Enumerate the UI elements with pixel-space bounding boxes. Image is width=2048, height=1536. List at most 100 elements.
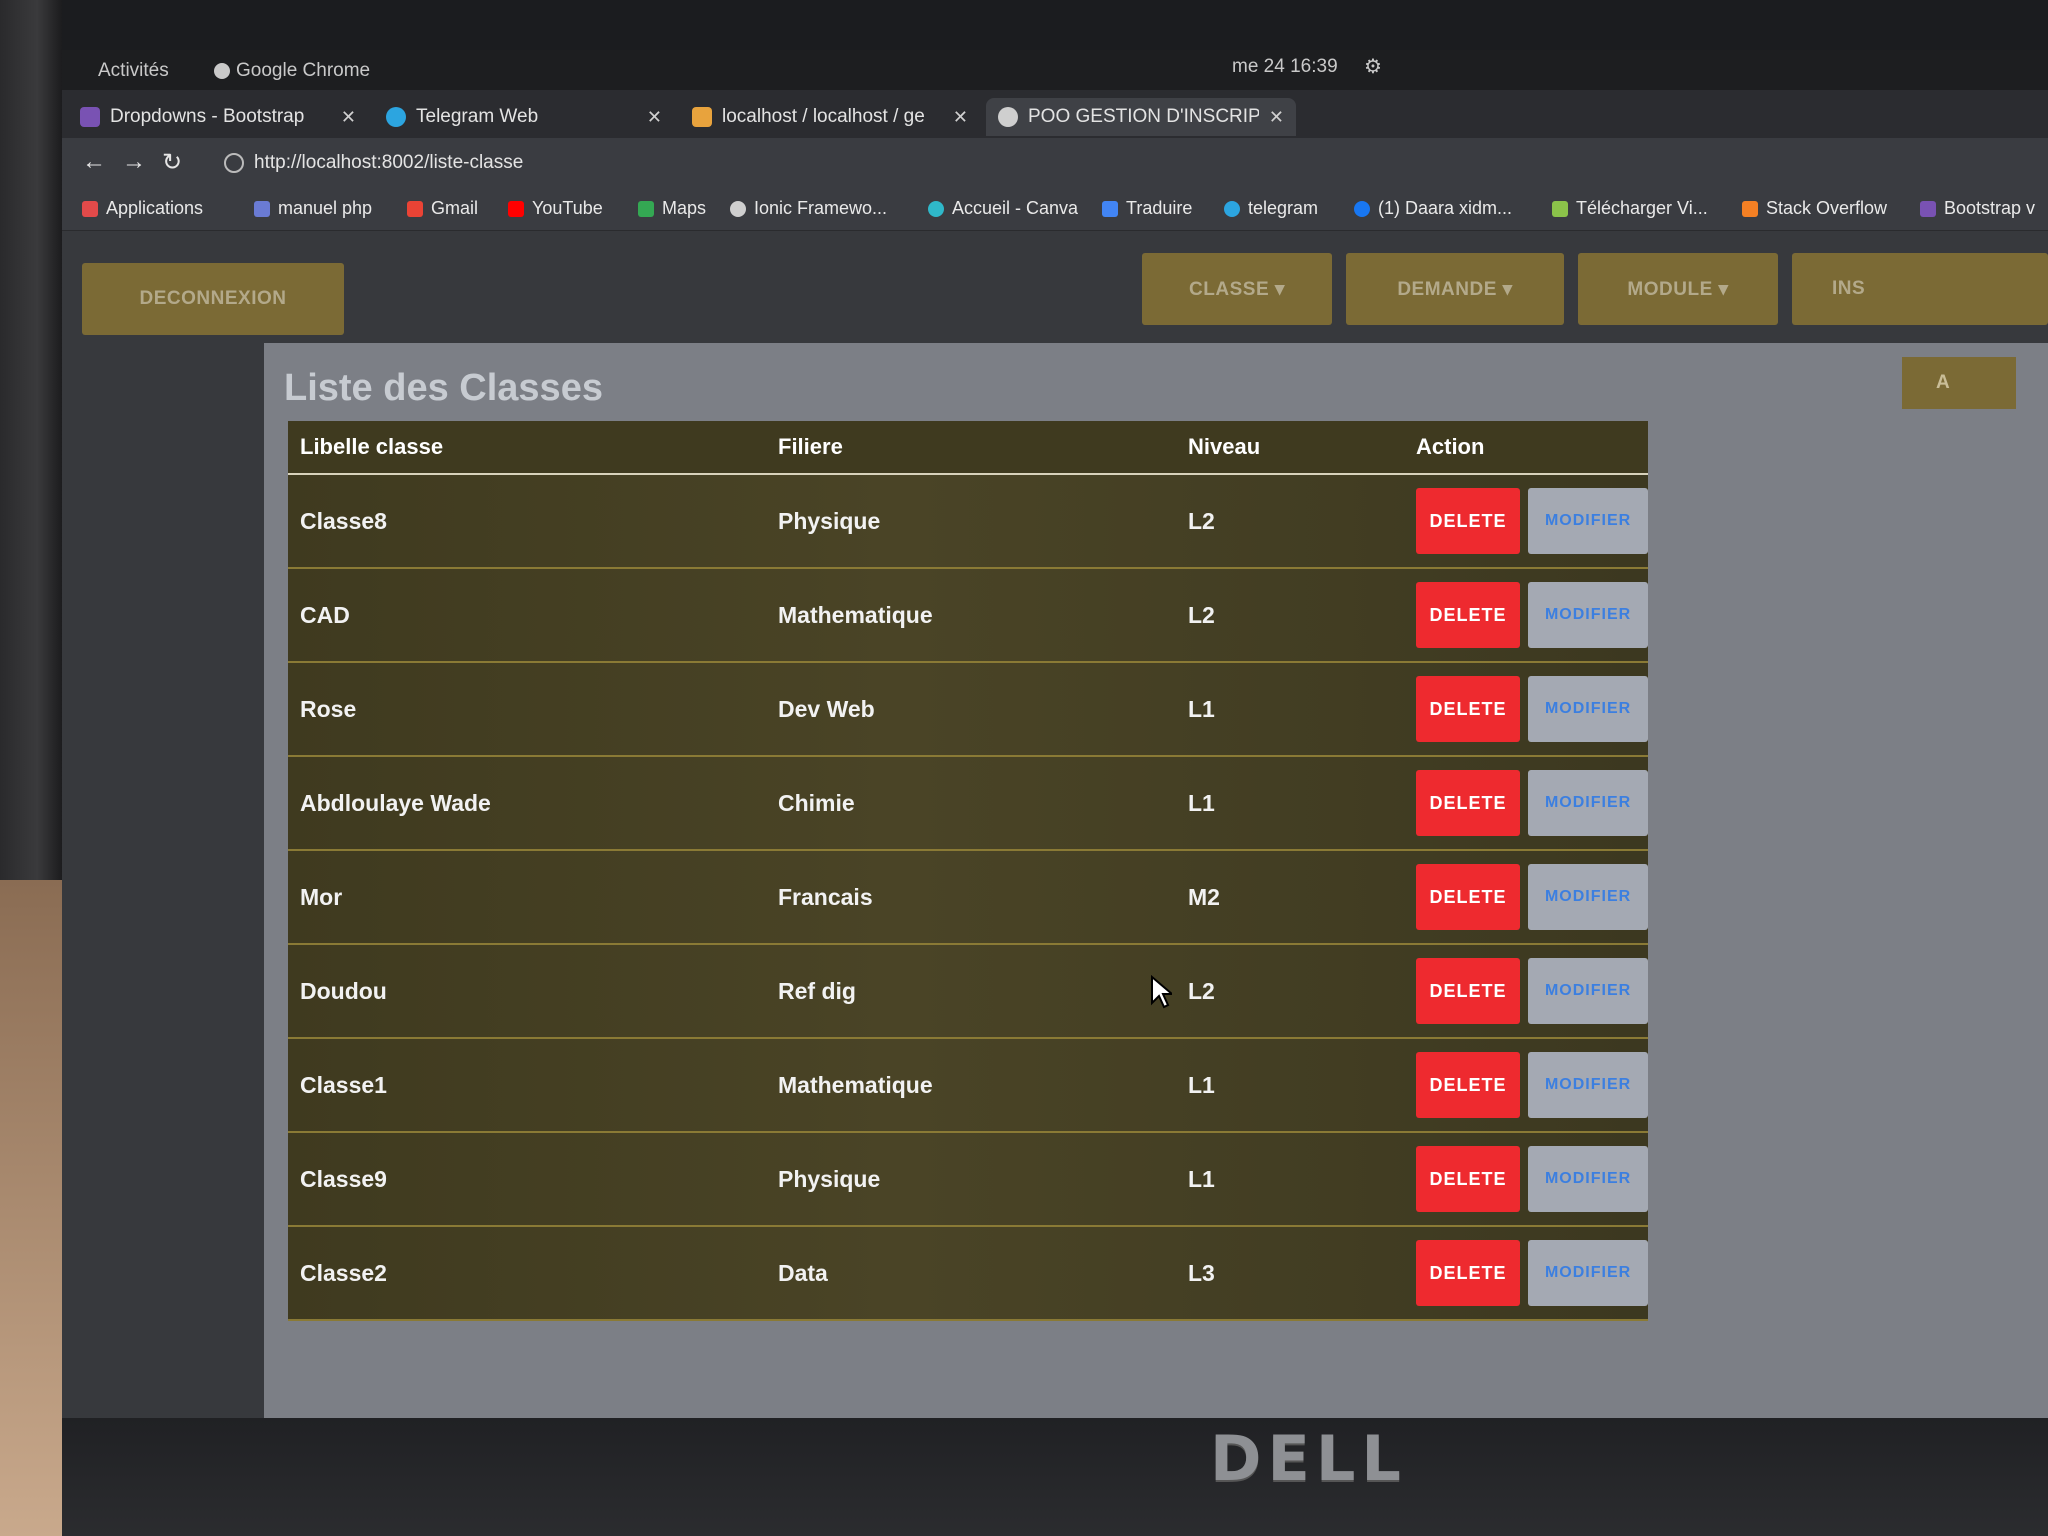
logout-button[interactable]: DECONNEXION bbox=[82, 263, 344, 335]
bookmark-traduire[interactable]: Traduire bbox=[1102, 198, 1192, 219]
modify-button[interactable]: MODIFIER bbox=[1528, 488, 1648, 554]
modify-button[interactable]: MODIFIER bbox=[1528, 864, 1648, 930]
delete-button[interactable]: DELETE bbox=[1416, 582, 1521, 648]
bookmark-bootstrap[interactable]: Bootstrap v bbox=[1920, 198, 2035, 219]
bookmark-telecharger[interactable]: Télécharger Vi... bbox=[1552, 198, 1708, 219]
cell-libelle: Doudou bbox=[300, 977, 387, 1004]
bookmark-telegram[interactable]: telegram bbox=[1224, 198, 1318, 219]
header-action: Action bbox=[1416, 434, 1485, 459]
reload-icon[interactable]: ↻ bbox=[162, 148, 182, 177]
header-filiere[interactable]: Filiere bbox=[778, 434, 1188, 460]
cell-libelle: Abdloulaye Wade bbox=[300, 789, 491, 816]
dell-logo: DELL bbox=[1210, 1422, 1407, 1495]
tab-title: POO GESTION D'INSCRIP bbox=[1028, 106, 1259, 127]
bookmark-youtube[interactable]: YouTube bbox=[508, 198, 603, 219]
translate-icon bbox=[1102, 200, 1118, 217]
close-tab-icon[interactable]: ✕ bbox=[341, 107, 356, 128]
bookmark-label: YouTube bbox=[532, 198, 603, 218]
url-text: http://localhost:8002/liste-classe bbox=[254, 152, 524, 173]
back-icon[interactable]: ← bbox=[82, 148, 106, 176]
modify-button[interactable]: MODIFIER bbox=[1528, 1052, 1648, 1118]
cell-libelle: Classe8 bbox=[300, 507, 387, 534]
tab-title: Telegram Web bbox=[416, 106, 539, 127]
close-tab-icon[interactable]: ✕ bbox=[953, 107, 968, 128]
clock[interactable]: me 24 16:39 bbox=[1232, 56, 1338, 78]
bookmark-label: Gmail bbox=[431, 198, 479, 218]
bookmark-stack-overflow[interactable]: Stack Overflow bbox=[1742, 198, 1887, 219]
bookmark-applications[interactable]: Applications bbox=[82, 198, 203, 219]
delete-button[interactable]: DELETE bbox=[1416, 1240, 1521, 1306]
modify-button[interactable]: MODIFIER bbox=[1528, 770, 1648, 836]
delete-button[interactable]: DELETE bbox=[1416, 958, 1521, 1024]
modify-button[interactable]: MODIFIER bbox=[1528, 1240, 1648, 1306]
table-row: Abdloulaye Wade Chimie L1 DELETE MODIFIER bbox=[288, 757, 1648, 851]
cell-filiere: Ref dig bbox=[778, 977, 856, 1004]
site-info-icon[interactable] bbox=[224, 153, 244, 173]
app-menu[interactable]: Google Chrome bbox=[214, 60, 370, 82]
delete-button[interactable]: DELETE bbox=[1416, 488, 1521, 554]
modify-button[interactable]: MODIFIER bbox=[1528, 676, 1648, 742]
url-field[interactable]: http://localhost:8002/liste-classe bbox=[224, 152, 523, 174]
bookmark-daara[interactable]: (1) Daara xidm... bbox=[1354, 198, 1512, 219]
tab-title: localhost / localhost / ge bbox=[722, 106, 925, 127]
modify-button[interactable]: MODIFIER bbox=[1528, 582, 1648, 648]
add-class-button[interactable]: A bbox=[1902, 357, 2016, 409]
cell-actions: DELETE MODIFIER bbox=[1416, 770, 1648, 836]
canva-icon bbox=[928, 200, 944, 217]
mouse-cursor-icon bbox=[1151, 975, 1172, 1009]
forward-icon[interactable]: → bbox=[122, 148, 146, 176]
modify-button[interactable]: MODIFIER bbox=[1528, 1146, 1648, 1212]
menu-demande[interactable]: DEMANDE ▾ bbox=[1346, 253, 1564, 325]
chrome-icon bbox=[214, 63, 230, 79]
classes-panel: Liste des Classes A Libelle classe Filie… bbox=[264, 343, 2048, 1418]
close-tab-icon[interactable]: ✕ bbox=[1269, 107, 1284, 128]
delete-button[interactable]: DELETE bbox=[1416, 1052, 1521, 1118]
maps-icon bbox=[638, 200, 654, 217]
cell-niveau: L1 bbox=[1188, 789, 1215, 816]
delete-button[interactable]: DELETE bbox=[1416, 676, 1521, 742]
table-row: Classe9 Physique L1 DELETE MODIFIER bbox=[288, 1133, 1648, 1227]
cell-actions: DELETE MODIFIER bbox=[1416, 488, 1648, 554]
telegram-icon bbox=[386, 107, 406, 127]
delete-button[interactable]: DELETE bbox=[1416, 770, 1521, 836]
table-row: Mor Francais M2 DELETE MODIFIER bbox=[288, 851, 1648, 945]
tab-poo-gestion-inscription[interactable]: POO GESTION D'INSCRIP ✕ bbox=[986, 98, 1296, 136]
tab-localhost-phpmyadmin[interactable]: localhost / localhost / ge ✕ bbox=[680, 98, 980, 136]
bookmark-label: Ionic Framewo... bbox=[754, 198, 888, 218]
bookmark-maps[interactable]: Maps bbox=[638, 198, 706, 219]
header-niveau[interactable]: Niveau bbox=[1188, 434, 1416, 460]
system-status-icon[interactable]: ⚙ bbox=[1364, 54, 1382, 79]
bookmark-label: (1) Daara xidm... bbox=[1378, 198, 1513, 218]
desk-background bbox=[0, 880, 62, 1536]
delete-button[interactable]: DELETE bbox=[1416, 1146, 1521, 1212]
table-row: Classe8 Physique L2 DELETE MODIFIER bbox=[288, 475, 1648, 569]
system-top-bar: Activités Google Chrome me 24 16:39 ⚙ bbox=[62, 50, 2048, 90]
activities-button[interactable]: Activités bbox=[98, 60, 169, 82]
cell-niveau: L2 bbox=[1188, 601, 1215, 628]
table-body: Classe8 Physique L2 DELETE MODIFIER CAD Mathem… bbox=[288, 475, 1648, 1321]
bookmark-ionic[interactable]: Ionic Framewo... bbox=[730, 198, 887, 219]
cell-libelle: Classe9 bbox=[300, 1165, 387, 1192]
bookmark-manuel-php[interactable]: manuel php bbox=[254, 198, 372, 219]
tab-dropdowns-bootstrap[interactable]: Dropdowns - Bootstrap ✕ bbox=[68, 98, 368, 136]
globe-icon bbox=[730, 200, 746, 217]
delete-button[interactable]: DELETE bbox=[1416, 864, 1521, 930]
bookmark-label: Télécharger Vi... bbox=[1576, 198, 1708, 218]
table-row: Doudou Ref dig L2 DELETE MODIFIER bbox=[288, 945, 1648, 1039]
bookmark-label: Maps bbox=[662, 198, 707, 218]
header-libelle[interactable]: Libelle classe bbox=[288, 434, 778, 460]
menu-module[interactable]: MODULE ▾ bbox=[1578, 253, 1778, 325]
close-tab-icon[interactable]: ✕ bbox=[647, 107, 662, 128]
bookmark-gmail[interactable]: Gmail bbox=[407, 198, 478, 219]
cell-filiere: Data bbox=[778, 1259, 828, 1286]
bookmark-canva[interactable]: Accueil - Canva bbox=[928, 198, 1078, 219]
modify-button[interactable]: MODIFIER bbox=[1528, 958, 1648, 1024]
menu-classe[interactable]: CLASSE ▾ bbox=[1142, 253, 1332, 325]
menu-inscription[interactable]: INS bbox=[1792, 253, 2048, 325]
cell-filiere: Physique bbox=[778, 507, 881, 534]
web-page: DECONNEXION CLASSE ▾ DEMANDE ▾ MODULE ▾ … bbox=[62, 231, 2048, 1418]
address-bar-row: ← → ↻ http://localhost:8002/liste-classe bbox=[62, 138, 2048, 188]
cell-libelle: Classe2 bbox=[300, 1259, 387, 1286]
cell-actions: DELETE MODIFIER bbox=[1416, 676, 1648, 742]
tab-telegram-web[interactable]: Telegram Web ✕ bbox=[374, 98, 674, 136]
